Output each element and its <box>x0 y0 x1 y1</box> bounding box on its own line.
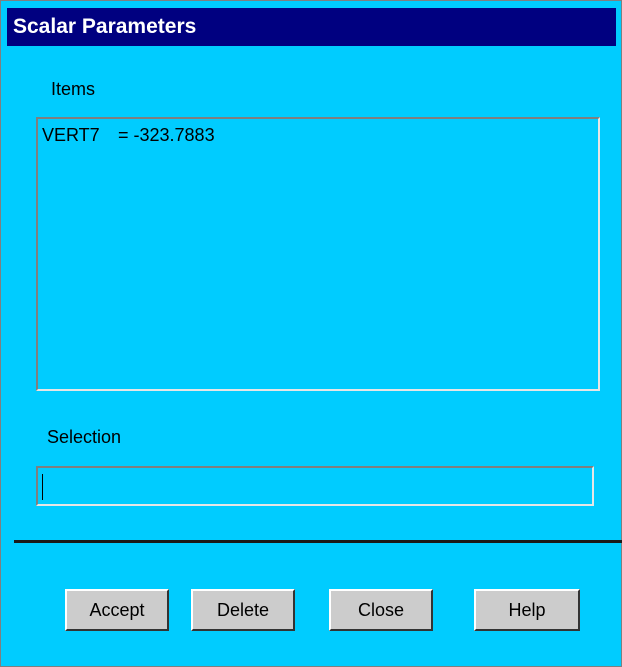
delete-button[interactable]: Delete <box>191 589 295 631</box>
dialog-title-bar: Scalar Parameters <box>7 8 616 46</box>
help-button[interactable]: Help <box>474 589 580 631</box>
selection-input[interactable] <box>36 466 594 506</box>
selection-label: Selection <box>47 427 122 447</box>
separator-line <box>14 540 622 543</box>
dialog-title: Scalar Parameters <box>13 15 197 38</box>
text-caret <box>42 474 43 500</box>
close-button[interactable]: Close <box>329 589 433 631</box>
accept-button[interactable]: Accept <box>65 589 169 631</box>
list-item[interactable]: VERT7 = -323.7883 <box>42 125 215 146</box>
items-listbox[interactable]: VERT7 = -323.7883 <box>36 117 600 391</box>
items-label: Items <box>51 79 96 99</box>
item-value: = -323.7883 <box>118 125 215 145</box>
scalar-parameters-dialog: Scalar Parameters Items VERT7 = -323.7883… <box>0 0 622 667</box>
item-name: VERT7 <box>42 125 100 145</box>
